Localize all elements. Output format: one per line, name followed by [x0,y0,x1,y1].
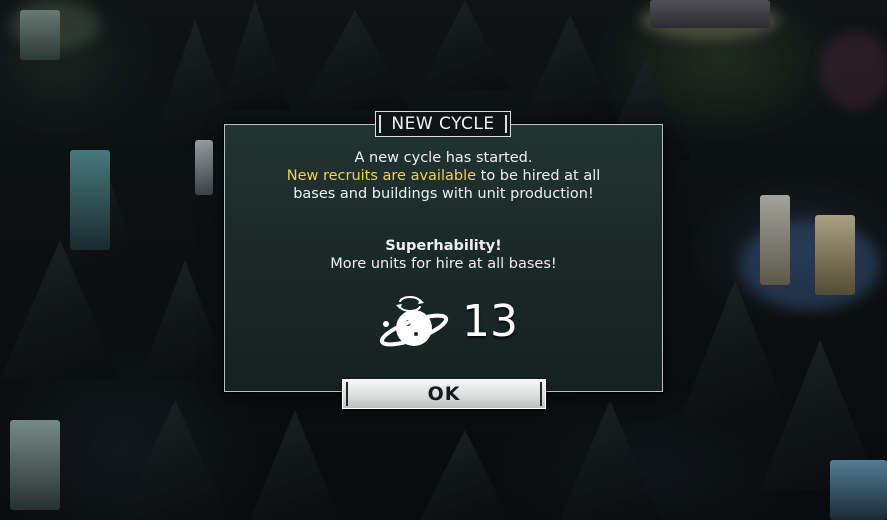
bonus-title: Superhability! [385,238,502,254]
message-line-2: New recruits are available to be hired a… [224,167,663,185]
message-line-2-rest: to be hired at all [476,168,601,184]
reward-display: 13 [376,290,518,354]
cycle-message: A new cycle has started. New recruits ar… [224,149,663,203]
message-line-1: A new cycle has started. [354,150,533,166]
recruits-highlight: New recruits are available [286,168,477,184]
ok-button-label: OK [427,383,461,405]
dialog-title: NEW CYCLE [391,114,495,134]
dialog-title-plate: NEW CYCLE [375,111,511,137]
bonus-message: Superhability! More units for hire at al… [224,237,663,273]
bonus-text: More units for hire at all bases! [330,256,557,272]
planet-orbit-icon [379,296,449,347]
ok-button[interactable]: OK [342,379,546,409]
message-line-3: bases and buildings with unit production… [293,186,594,202]
reward-value: 13 [462,296,518,347]
